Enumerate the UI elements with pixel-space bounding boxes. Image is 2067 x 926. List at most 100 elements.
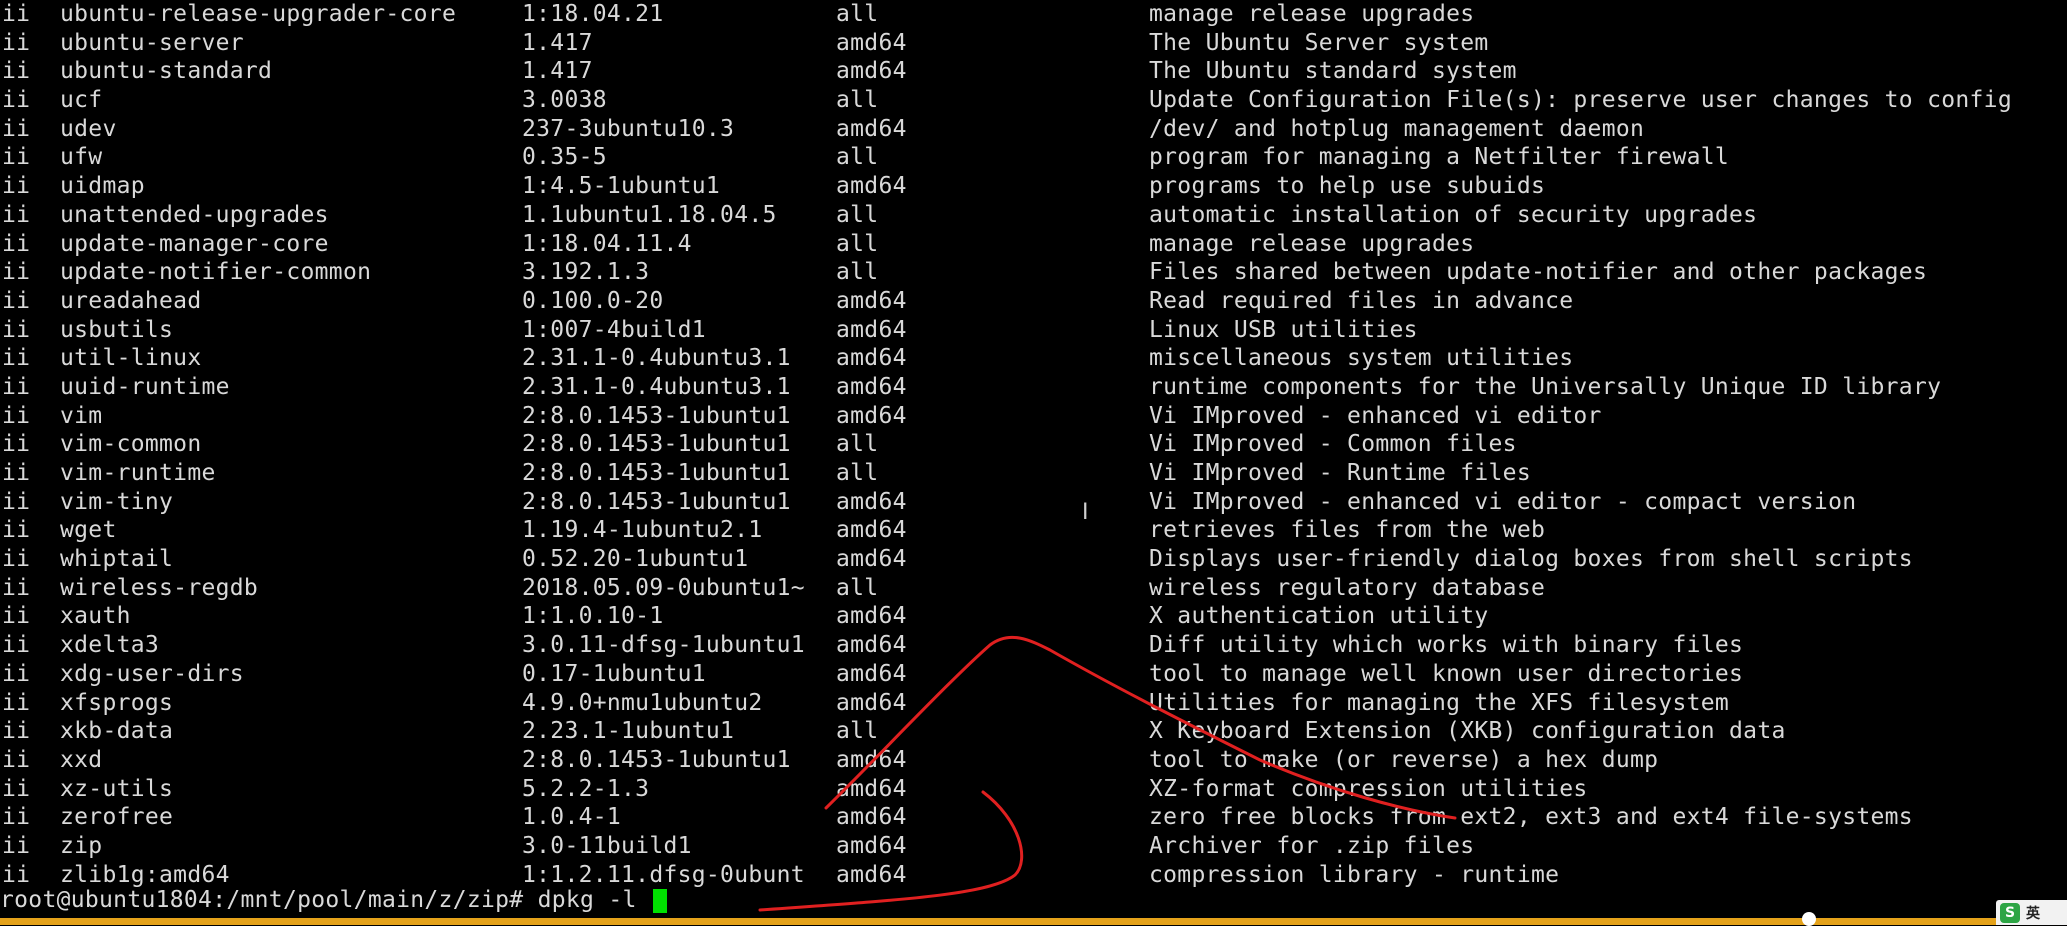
package-arch: amd64 <box>836 373 907 400</box>
package-arch: amd64 <box>836 861 907 888</box>
package-row: ii usbutils 1:007-4build1 amd64 Linux USB ut… <box>0 316 2067 345</box>
package-name: util-linux <box>60 345 202 372</box>
package-description: X authentication utility <box>1149 603 1489 630</box>
package-description: /dev/ and hotplug management daemon <box>1149 115 1645 142</box>
package-row: ii uidmap 1:4.5-1ubuntu1 amd64 programs to h… <box>0 172 2067 201</box>
package-description: Utilities for managing the XFS filesyste… <box>1149 689 1730 716</box>
package-name: xauth <box>60 603 131 630</box>
package-list: ii ubuntu-release-upgrader-core 1:18.04.21… <box>0 0 2067 889</box>
package-name: wireless-regdb <box>60 574 259 601</box>
package-arch: all <box>836 460 879 486</box>
package-name: uuid-runtime <box>60 373 230 400</box>
package-arch: amd64 <box>836 804 907 831</box>
package-name: ubuntu-release-upgrader-core <box>60 1 457 27</box>
package-version: 1.19.4-1ubuntu2.1 <box>522 517 763 544</box>
package-version: 2:8.0.1453-1ubuntu1 <box>522 431 791 458</box>
package-status: ii <box>2 345 31 372</box>
package-row: ii wget 1.19.4-1ubuntu2.1 amd64 retrieves fi… <box>0 516 2067 545</box>
package-version: 2:8.0.1453-1ubuntu1 <box>522 402 791 429</box>
package-status: ii <box>2 115 31 142</box>
package-description: Vi IMproved - Common files <box>1149 431 1517 458</box>
sogou-input-icon: S <box>2000 902 2020 923</box>
package-description: manage release upgrades <box>1149 230 1475 257</box>
package-version: 1:1.0.10-1 <box>522 603 664 630</box>
package-status: ii <box>2 718 31 745</box>
package-row: ii util-linux 2.31.1-0.4ubuntu3.1 amd64 misc… <box>0 344 2067 373</box>
package-status: ii <box>2 488 31 515</box>
terminal-window[interactable]: ii ubuntu-release-upgrader-core 1:18.04.21… <box>0 0 2067 926</box>
package-name: update-notifier-common <box>60 259 372 286</box>
package-name: udev <box>60 115 117 142</box>
package-status: ii <box>2 287 31 314</box>
package-description: wireless regulatory database <box>1149 574 1546 601</box>
package-arch: amd64 <box>836 775 907 802</box>
package-arch: all <box>836 230 879 257</box>
package-status: ii <box>2 689 31 716</box>
package-status: ii <box>2 603 31 630</box>
package-version: 1.417 <box>522 29 593 56</box>
package-row: ii xdg-user-dirs 0.17-1ubuntu1 amd64 tool to… <box>0 660 2067 689</box>
text-cursor <box>652 888 667 913</box>
package-description: zero free blocks from ext2, ext3 and ext… <box>1149 804 1913 831</box>
package-row: ii udev 237-3ubuntu10.3 amd64/dev/ and hotp… <box>0 115 2067 144</box>
package-row: ii wireless-regdb 2018.05.09-0ubuntu1~ all w… <box>0 574 2067 603</box>
package-description: runtime components for the Universally U… <box>1149 373 1942 400</box>
package-row: ii vim 2:8.0.1453-1ubuntu1 amd64 Vi IMproved… <box>0 402 2067 431</box>
package-row: ii xxd 2:8.0.1453-1ubuntu1 amd64 tool to mak… <box>0 746 2067 775</box>
package-row: ii zerofree 1.0.4-1 amd64 zero free blocks f… <box>0 803 2067 832</box>
package-description: tool to manage well known user directori… <box>1149 660 1744 687</box>
package-description: compression library - runtime <box>1149 861 1560 888</box>
package-description: Displays user-friendly dialog boxes from… <box>1149 546 1913 573</box>
package-arch: amd64 <box>836 832 907 859</box>
package-status: ii <box>2 173 31 200</box>
package-row: ii uuid-runtime 2.31.1-0.4ubuntu3.1 amd64 ru… <box>0 373 2067 402</box>
package-row: ii ucf 3.0038 all Update Configuration File(… <box>0 86 2067 115</box>
package-arch: amd64 <box>836 660 907 687</box>
package-name: vim-common <box>60 431 202 458</box>
package-description: program for managing a Netfilter firewal… <box>1149 144 1730 171</box>
package-arch: all <box>836 574 879 601</box>
package-status: ii <box>2 58 31 85</box>
scroll-indicator <box>1802 912 1816 926</box>
package-status: ii <box>2 431 31 458</box>
package-description: The Ubuntu Server system <box>1149 29 1489 56</box>
package-status: ii <box>2 832 31 859</box>
package-version: 1:18.04.11.4 <box>522 230 692 257</box>
package-arch: all <box>836 259 879 286</box>
package-arch: all <box>836 1 879 27</box>
package-row: ii xauth 1:1.0.10-1 amd64 X authentication u… <box>0 602 2067 631</box>
package-description: manage release upgrades <box>1149 1 1475 27</box>
package-row: ii unattended-upgrades 1.1ubuntu1.18.04.5 a… <box>0 201 2067 230</box>
package-version: 1:4.5-1ubuntu1 <box>522 173 721 200</box>
ime-indicator[interactable]: S 英 <box>1996 900 2067 925</box>
package-arch: amd64 <box>836 746 907 773</box>
package-arch: amd64 <box>836 402 907 429</box>
package-arch: amd64 <box>836 115 907 142</box>
command-prompt[interactable]: root@ubuntu1804:/mnt/pool/main/z/zip# dp… <box>0 885 667 915</box>
package-arch: amd64 <box>836 58 907 85</box>
package-arch: amd64 <box>836 287 907 314</box>
package-name: whiptail <box>60 546 174 573</box>
package-description: Archiver for .zip files <box>1149 832 1475 859</box>
package-name: xz-utils <box>60 775 174 802</box>
package-status: ii <box>2 144 31 171</box>
package-arch: amd64 <box>836 316 907 343</box>
package-name: zerofree <box>60 804 174 831</box>
package-name: xxd <box>60 746 103 773</box>
package-version: 5.2.2-1.3 <box>522 775 650 802</box>
package-arch: amd64 <box>836 173 907 200</box>
package-row: ii vim-tiny 2:8.0.1453-1ubuntu1 amd64 Vi IMp… <box>0 488 2067 517</box>
package-name: vim <box>60 402 103 429</box>
package-version: 3.192.1.3 <box>522 259 650 286</box>
package-version: 0.52.20-1ubuntu1 <box>522 546 749 573</box>
package-row: ii ubuntu-server 1.417 amd64 The Ubuntu Serv… <box>0 29 2067 58</box>
package-version: 3.0-11build1 <box>522 832 692 859</box>
package-version: 2.23.1-1ubuntu1 <box>522 718 735 745</box>
package-description: retrieves files from the web <box>1149 517 1546 544</box>
package-status: ii <box>2 460 31 486</box>
status-bar <box>0 918 2067 925</box>
package-name: xdelta3 <box>60 632 160 659</box>
package-description: Vi IMproved - enhanced vi editor <box>1149 402 1602 429</box>
package-name: update-manager-core <box>60 230 329 257</box>
package-arch: amd64 <box>836 345 907 372</box>
